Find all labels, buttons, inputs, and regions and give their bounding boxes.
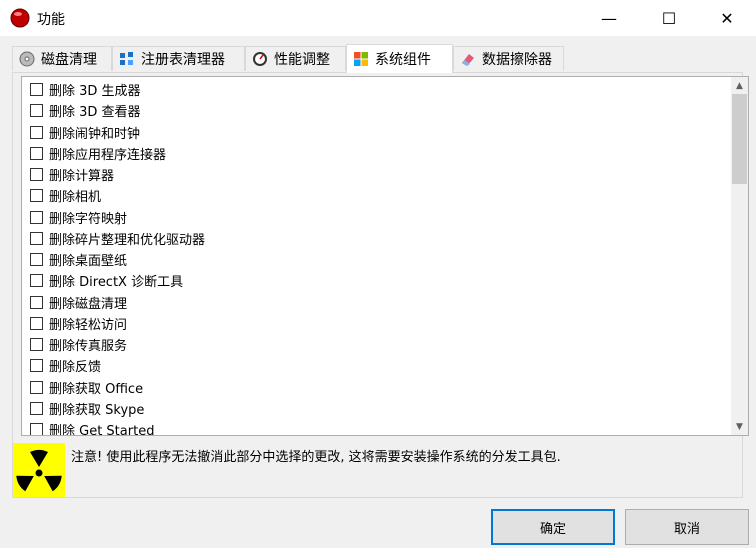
- windows-icon: [354, 52, 368, 66]
- list-item[interactable]: 删除磁盘清理: [30, 292, 127, 313]
- list-item[interactable]: 删除 Get Started: [30, 419, 154, 435]
- vertical-scrollbar[interactable]: ▲ ▼: [731, 77, 748, 435]
- scrollbar-thumb[interactable]: [732, 94, 747, 184]
- tab-data-eraser[interactable]: 数据擦除器: [453, 46, 564, 71]
- checkbox[interactable]: [30, 126, 43, 139]
- checkbox[interactable]: [30, 168, 43, 181]
- list-item[interactable]: 删除碎片整理和优化驱动器: [30, 228, 205, 249]
- list-item[interactable]: 删除闹钟和时钟: [30, 122, 140, 143]
- checkbox[interactable]: [30, 381, 43, 394]
- checkbox[interactable]: [30, 211, 43, 224]
- gauge-icon: [253, 52, 267, 66]
- tab-registry-cleaner[interactable]: 注册表清理器: [112, 46, 245, 71]
- components-list[interactable]: 删除 3D 生成器 删除 3D 查看器 删除闹钟和时钟 删除应用程序连接器 删除…: [21, 76, 749, 436]
- checkbox[interactable]: [30, 232, 43, 245]
- window-title: 功能: [37, 12, 65, 28]
- checkbox[interactable]: [30, 402, 43, 415]
- checkbox[interactable]: [30, 338, 43, 351]
- minimize-icon: —: [601, 8, 617, 28]
- close-icon: ✕: [720, 8, 734, 28]
- checkbox[interactable]: [30, 189, 43, 202]
- minimize-button[interactable]: —: [578, 0, 640, 36]
- tab-system-components[interactable]: 系统组件: [346, 44, 453, 73]
- radiation-icon: [13, 443, 65, 497]
- list-item[interactable]: 删除 3D 生成器: [30, 79, 141, 100]
- checkbox[interactable]: [30, 104, 43, 117]
- list-item[interactable]: 删除 DirectX 诊断工具: [30, 270, 183, 291]
- maximize-icon: ☐: [661, 8, 677, 28]
- checkbox[interactable]: [30, 423, 43, 435]
- title-bar: 功能 — ☐ ✕: [0, 0, 756, 36]
- chevron-down-icon: ▼: [736, 421, 743, 432]
- checkbox[interactable]: [30, 83, 43, 96]
- tab-label: 注册表清理器: [141, 52, 225, 68]
- chevron-up-icon: ▲: [736, 80, 743, 91]
- list-item[interactable]: 删除获取 Office: [30, 377, 143, 398]
- scroll-up-button[interactable]: ▲: [731, 77, 748, 94]
- tab-disk-cleanup[interactable]: 磁盘清理: [12, 46, 112, 71]
- tab-performance[interactable]: 性能调整: [245, 46, 346, 71]
- list-item[interactable]: 删除应用程序连接器: [30, 143, 166, 164]
- cancel-button[interactable]: 取消: [625, 509, 749, 545]
- checkbox[interactable]: [30, 359, 43, 372]
- list-item[interactable]: 删除轻松访问: [30, 313, 127, 334]
- tab-label: 系统组件: [375, 52, 431, 68]
- app-icon: [10, 8, 30, 28]
- registry-icon: [120, 52, 133, 65]
- checkbox[interactable]: [30, 317, 43, 330]
- checkbox[interactable]: [30, 253, 43, 266]
- disk-icon: [19, 51, 35, 67]
- ok-button[interactable]: 确定: [491, 509, 615, 545]
- tab-label: 磁盘清理: [41, 52, 97, 68]
- list-item[interactable]: 删除桌面壁纸: [30, 249, 127, 270]
- checkbox[interactable]: [30, 274, 43, 287]
- tab-label: 性能调整: [274, 52, 330, 68]
- list-item[interactable]: 删除反馈: [30, 355, 101, 376]
- tab-panel: 删除 3D 生成器 删除 3D 查看器 删除闹钟和时钟 删除应用程序连接器 删除…: [12, 72, 749, 498]
- list-item[interactable]: 删除计算器: [30, 164, 114, 185]
- list-item[interactable]: 删除 3D 查看器: [30, 100, 141, 121]
- list-item[interactable]: 删除字符映射: [30, 207, 127, 228]
- list-item[interactable]: 删除传真服务: [30, 334, 127, 355]
- warning-text: 注意! 使用此程序无法撤消此部分中选择的更改, 这将需要安装操作系统的分发工具包…: [71, 450, 561, 465]
- tab-label: 数据擦除器: [482, 52, 552, 68]
- list-item[interactable]: 删除相机: [30, 185, 101, 206]
- eraser-icon: [462, 54, 474, 66]
- maximize-button[interactable]: ☐: [638, 0, 700, 36]
- close-button[interactable]: ✕: [696, 0, 756, 36]
- checkbox[interactable]: [30, 147, 43, 160]
- scroll-down-button[interactable]: ▼: [731, 418, 748, 435]
- checkbox[interactable]: [30, 296, 43, 309]
- list-item[interactable]: 删除获取 Skype: [30, 398, 144, 419]
